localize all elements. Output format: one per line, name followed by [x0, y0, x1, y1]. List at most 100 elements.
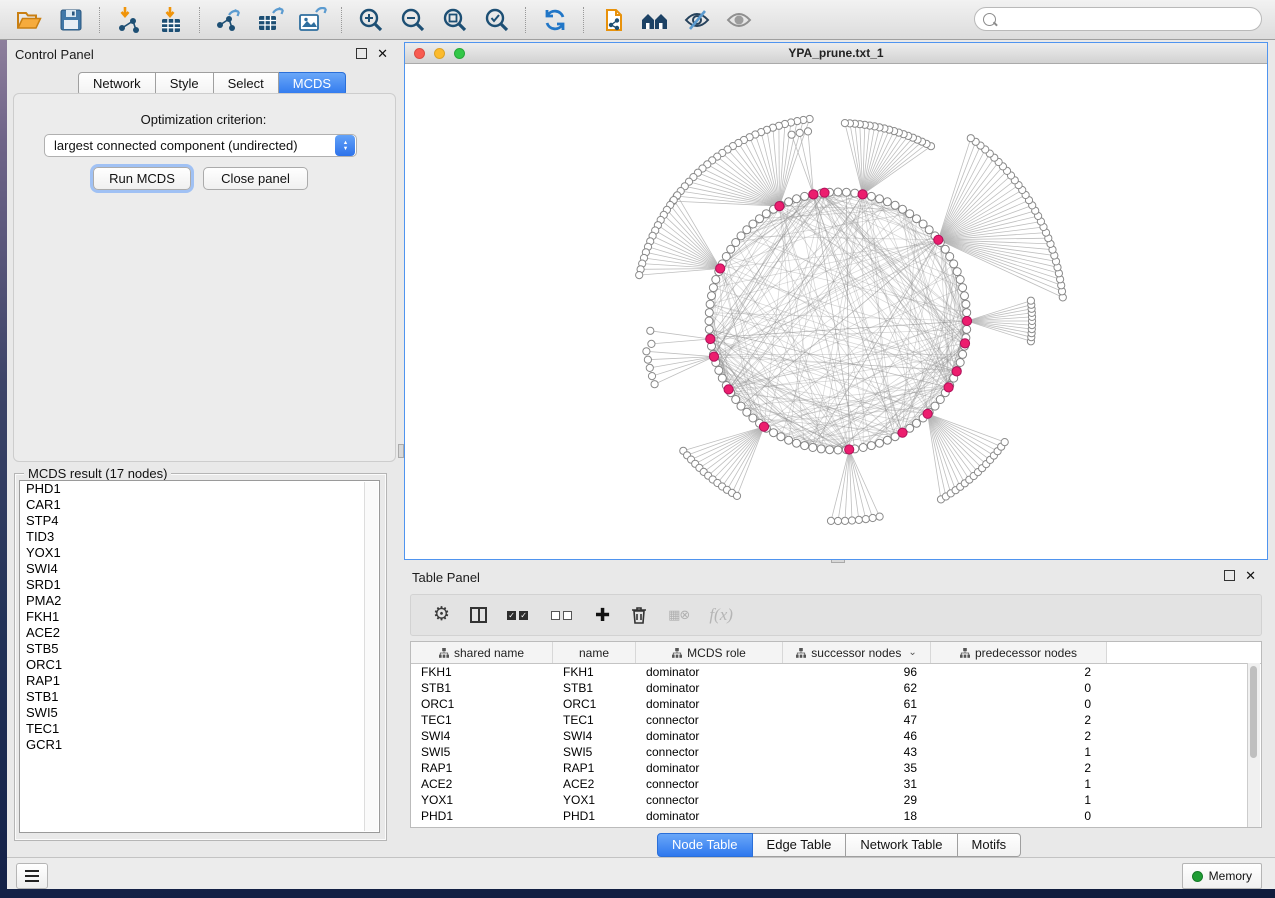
- table-cell: PHD1: [553, 808, 636, 824]
- column-header-predecessor-nodes[interactable]: predecessor nodes: [931, 642, 1107, 663]
- toolbar-separator: [341, 7, 343, 33]
- list-item[interactable]: FKH1: [20, 609, 379, 625]
- table-row[interactable]: PHD1PHD1dominator180: [411, 808, 1261, 824]
- import-network-icon[interactable]: [114, 5, 144, 35]
- show-columns-icon[interactable]: [470, 603, 487, 627]
- table-cell: ACE2: [553, 776, 636, 792]
- table-row[interactable]: SWI4SWI4dominator462: [411, 728, 1261, 744]
- run-mcds-button[interactable]: Run MCDS: [93, 167, 191, 190]
- show-all-icon[interactable]: [724, 5, 754, 35]
- table-cell: RAP1: [553, 760, 636, 776]
- list-item[interactable]: STB1: [20, 689, 379, 705]
- float-window-icon[interactable]: [356, 48, 367, 59]
- close-panel-icon[interactable]: ✕: [377, 49, 388, 59]
- table-cell: SWI4: [411, 728, 553, 744]
- list-item[interactable]: TEC1: [20, 721, 379, 737]
- network-frame: YPA_prune.txt_1: [404, 42, 1268, 560]
- close-panel-icon[interactable]: ✕: [1245, 571, 1256, 581]
- zoom-in-icon[interactable]: [356, 5, 386, 35]
- table-cell: ACE2: [411, 776, 553, 792]
- table-cell: connector: [636, 792, 783, 808]
- column-type-icon: [672, 648, 682, 658]
- table-row[interactable]: YOX1YOX1connector291: [411, 792, 1261, 808]
- memory-button[interactable]: Memory: [1182, 863, 1262, 889]
- list-item[interactable]: SWI4: [20, 561, 379, 577]
- float-window-icon[interactable]: [1224, 570, 1235, 581]
- column-header-shared-name[interactable]: shared name: [411, 642, 553, 663]
- first-neighbors-icon[interactable]: [640, 5, 670, 35]
- table-row[interactable]: ORC1ORC1dominator610: [411, 696, 1261, 712]
- table-cell: FKH1: [411, 664, 553, 680]
- list-item[interactable]: TID3: [20, 529, 379, 545]
- network-titlebar[interactable]: YPA_prune.txt_1: [405, 43, 1267, 64]
- zoom-fit-icon[interactable]: [440, 5, 470, 35]
- table-cell: dominator: [636, 664, 783, 680]
- list-item[interactable]: GCR1: [20, 737, 379, 753]
- table-panel-tabs: Node TableEdge TableNetwork TableMotifs: [657, 833, 1021, 855]
- table-cell: 1: [931, 776, 1107, 792]
- criterion-dropdown[interactable]: largest connected component (undirected)…: [44, 134, 357, 157]
- table-row[interactable]: STB1STB1dominator620: [411, 680, 1261, 696]
- table-scrollbar-thumb[interactable]: [1250, 666, 1257, 758]
- memory-label: Memory: [1209, 869, 1252, 883]
- zoom-selected-icon[interactable]: [482, 5, 512, 35]
- table-row[interactable]: FKH1FKH1dominator962: [411, 664, 1261, 680]
- table-cell: 0: [931, 696, 1107, 712]
- table-cell: RAP1: [411, 760, 553, 776]
- export-table-icon[interactable]: [256, 5, 286, 35]
- table-cell: FKH1: [553, 664, 636, 680]
- list-item[interactable]: SRD1: [20, 577, 379, 593]
- refresh-icon[interactable]: [540, 5, 570, 35]
- table-cell: dominator: [636, 696, 783, 712]
- list-item[interactable]: STB5: [20, 641, 379, 657]
- list-item[interactable]: CAR1: [20, 497, 379, 513]
- table-row[interactable]: SWI5SWI5connector431: [411, 744, 1261, 760]
- list-item[interactable]: YOX1: [20, 545, 379, 561]
- column-header-name[interactable]: name: [553, 642, 636, 663]
- zoom-out-icon[interactable]: [398, 5, 428, 35]
- search-input[interactable]: [1002, 11, 1261, 27]
- task-history-button[interactable]: [16, 863, 48, 889]
- list-item[interactable]: SWI5: [20, 705, 379, 721]
- table-cell: 43: [783, 744, 931, 760]
- table-cell: 35: [783, 760, 931, 776]
- hide-selected-icon[interactable]: [682, 5, 712, 35]
- add-row-icon[interactable]: ✚: [595, 603, 610, 627]
- save-session-icon[interactable]: [56, 5, 86, 35]
- column-header-filler: [1107, 642, 1261, 663]
- table-row[interactable]: RAP1RAP1dominator352: [411, 760, 1261, 776]
- list-item[interactable]: STP4: [20, 513, 379, 529]
- table-cell: TEC1: [411, 712, 553, 728]
- table-cell: 2: [931, 728, 1107, 744]
- column-header-successor-nodes[interactable]: successor nodes⌄: [783, 642, 931, 663]
- tab-edge-table[interactable]: Edge Table: [753, 833, 847, 857]
- table-row[interactable]: TEC1TEC1connector472: [411, 712, 1261, 728]
- tab-node-table[interactable]: Node Table: [657, 833, 753, 857]
- export-network-icon[interactable]: [214, 5, 244, 35]
- network-document-icon[interactable]: [598, 5, 628, 35]
- tab-network-table[interactable]: Network Table: [846, 833, 957, 857]
- open-file-icon[interactable]: [14, 5, 44, 35]
- table-header-row: shared namenameMCDS rolesuccessor nodes⌄…: [411, 642, 1261, 664]
- close-panel-button[interactable]: Close panel: [203, 167, 308, 190]
- list-scrollbar[interactable]: [364, 482, 378, 831]
- column-type-icon: [960, 648, 970, 658]
- unselect-all-icon[interactable]: [551, 603, 575, 627]
- list-item[interactable]: RAP1: [20, 673, 379, 689]
- column-header-MCDS-role[interactable]: MCDS role: [636, 642, 783, 663]
- table-scrollbar[interactable]: [1247, 663, 1260, 827]
- list-item[interactable]: ACE2: [20, 625, 379, 641]
- table-row[interactable]: ACE2ACE2connector311: [411, 776, 1261, 792]
- list-item[interactable]: ORC1: [20, 657, 379, 673]
- export-image-icon[interactable]: [298, 5, 328, 35]
- import-table-icon[interactable]: [156, 5, 186, 35]
- list-item[interactable]: PMA2: [20, 593, 379, 609]
- delete-row-icon[interactable]: [630, 603, 648, 627]
- network-graph-svg[interactable]: [405, 64, 1267, 559]
- list-item[interactable]: PHD1: [20, 481, 379, 497]
- select-all-icon[interactable]: ✓✓: [507, 603, 531, 627]
- table-cell: 61: [783, 696, 931, 712]
- table-cell: connector: [636, 776, 783, 792]
- tab-motifs[interactable]: Motifs: [958, 833, 1022, 857]
- table-settings-icon[interactable]: ⚙: [433, 603, 450, 627]
